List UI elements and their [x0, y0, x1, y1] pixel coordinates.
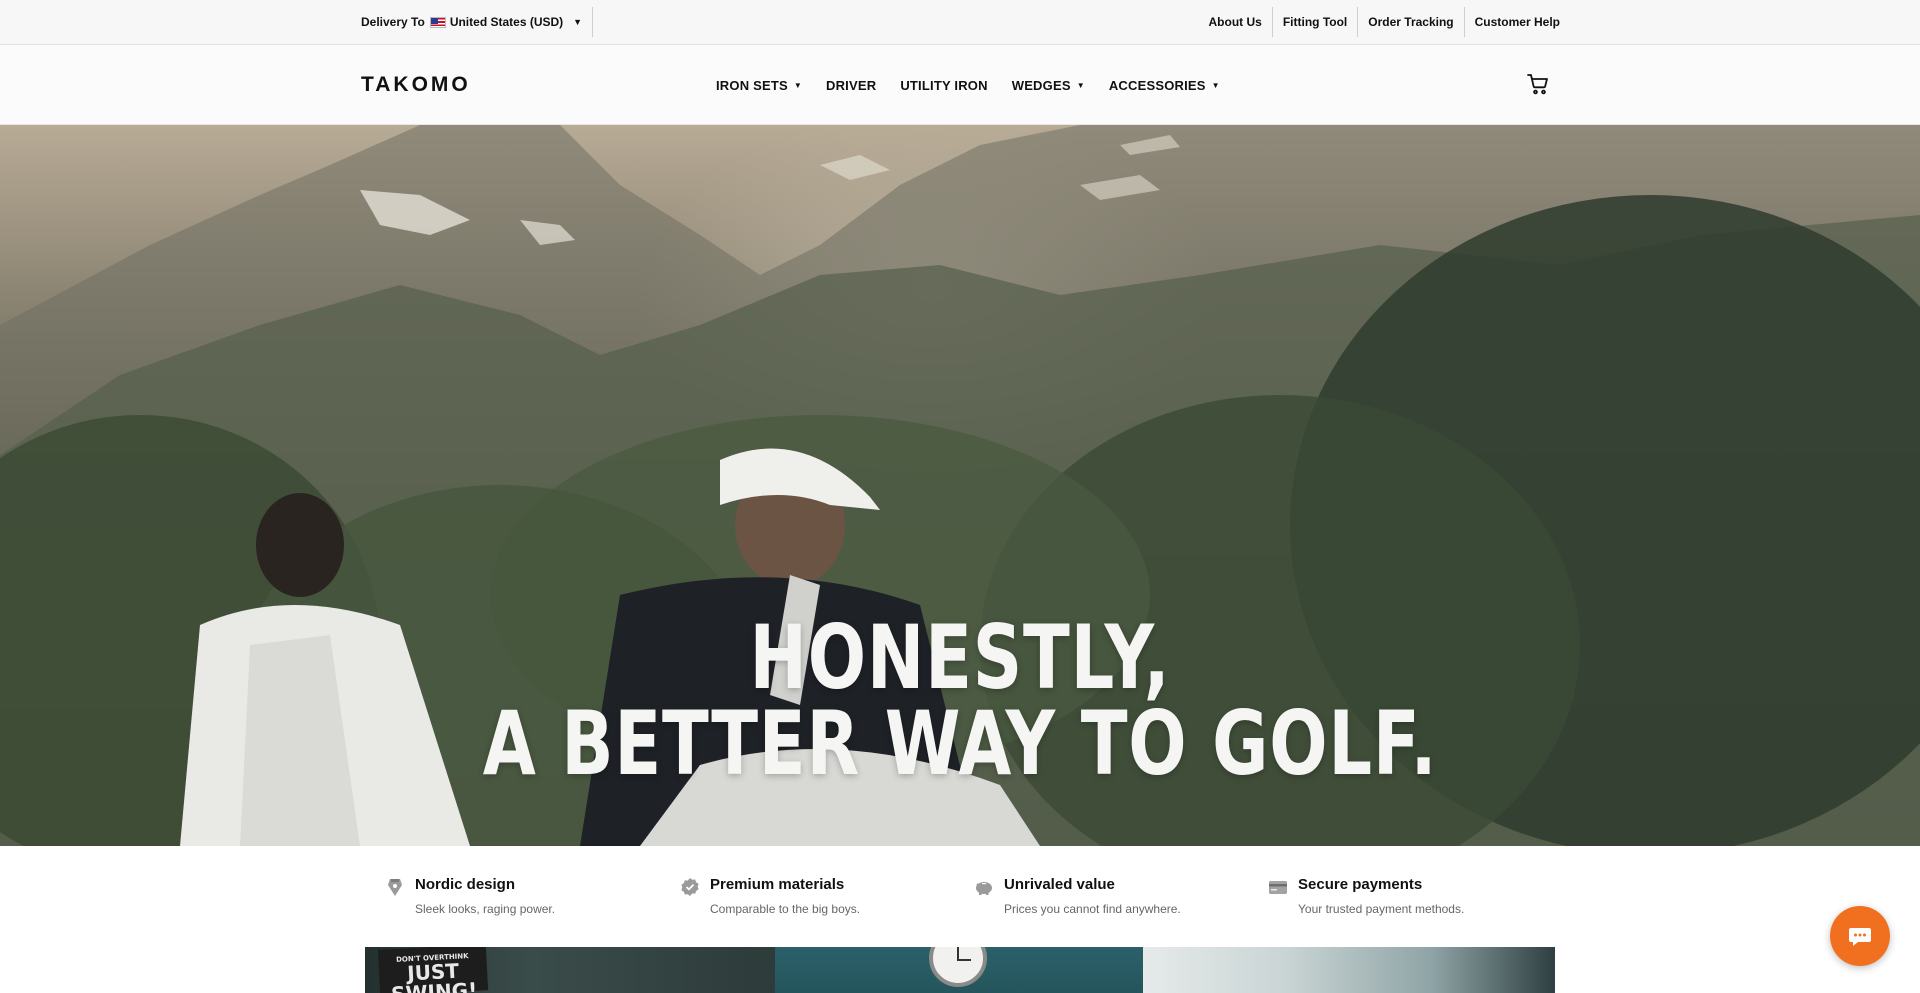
feature-title: Secure payments [1298, 876, 1423, 893]
chat-launcher-button[interactable] [1830, 906, 1890, 966]
lifestyle-image-3[interactable] [1143, 947, 1555, 993]
nav-item-wedges[interactable]: WEDGES ▼ [1012, 78, 1085, 93]
feature-highlights: Nordic design Sleek looks, raging power.… [0, 846, 1920, 947]
us-flag-icon [429, 16, 446, 28]
nav-item-utility-iron[interactable]: UTILITY IRON [900, 78, 987, 93]
piggy-bank-icon [976, 882, 992, 895]
delivery-country: United States (USD) [449, 15, 564, 29]
feature-description: Comparable to the big boys. [710, 902, 861, 916]
pen-nib-icon [388, 879, 402, 896]
feature-item: Secure payments Your trusted payment met… [1268, 876, 1464, 916]
delivery-label: Delivery To [361, 15, 425, 29]
wall-clock [929, 947, 987, 987]
nav-label: UTILITY IRON [900, 77, 988, 93]
product-image-strip: DON'T OVERTHINK JUST SWING! [365, 947, 1555, 993]
dropdown-caret-icon: ▼ [1211, 80, 1220, 90]
lifestyle-image-1[interactable]: DON'T OVERTHINK JUST SWING! [365, 947, 775, 993]
nav-label: ACCESSORIES [1108, 77, 1206, 93]
nav-label: WEDGES [1011, 77, 1071, 93]
nav-item-accessories[interactable]: ACCESSORIES ▼ [1109, 78, 1220, 93]
dropdown-caret-icon: ▼ [1076, 80, 1085, 90]
chat-bubble-icon [1849, 928, 1871, 946]
dropdown-caret-icon: ▼ [793, 80, 802, 90]
hero-headline-line2: A BETTER WAY TO GOLF. [482, 692, 1438, 795]
poster-sign: DON'T OVERTHINK JUST SWING! [377, 947, 489, 993]
top-utility-bar: Delivery To United States (USD) ▼ About … [0, 0, 1920, 45]
feature-title: Unrivaled value [1004, 876, 1115, 893]
hero-headline: HONESTLY, A BETTER WAY TO GOLF. [211, 614, 1709, 788]
delivery-country-selector[interactable]: Delivery To United States (USD) ▼ [361, 7, 594, 37]
main-header: TAKOMO IRON SETS ▼ DRIVER UTILITY IRON W… [0, 45, 1920, 125]
nav-item-driver[interactable]: DRIVER [826, 78, 876, 93]
chevron-down-icon: ▼ [573, 17, 583, 27]
nav-label: DRIVER [826, 77, 877, 93]
site-logo[interactable]: TAKOMO [361, 73, 471, 97]
main-nav: IRON SETS ▼ DRIVER UTILITY IRON WEDGES ▼… [716, 45, 1220, 125]
credit-card-icon [1269, 881, 1287, 894]
feature-item: Unrivaled value Prices you cannot find a… [974, 876, 1181, 916]
feature-description: Your trusted payment methods. [1298, 902, 1465, 916]
poster-big-text: JUST SWING! [390, 958, 478, 993]
nav-item-iron-sets[interactable]: IRON SETS ▼ [716, 78, 802, 93]
feature-title: Premium materials [710, 876, 845, 893]
verified-badge-icon [681, 878, 699, 896]
utility-links: About Us Fitting Tool Order Tracking Cus… [1199, 7, 1560, 37]
lifestyle-image-2[interactable] [775, 947, 1143, 993]
feature-item: Premium materials Comparable to the big … [680, 876, 860, 916]
link-fitting-tool[interactable]: Fitting Tool [1271, 7, 1357, 37]
nav-label: IRON SETS [716, 77, 788, 93]
hero-banner: HONESTLY, A BETTER WAY TO GOLF. [0, 125, 1920, 846]
feature-title: Nordic design [415, 876, 516, 893]
feature-description: Prices you cannot find anywhere. [1004, 902, 1181, 916]
link-order-tracking[interactable]: Order Tracking [1357, 7, 1463, 37]
link-about-us[interactable]: About Us [1199, 7, 1272, 37]
feature-item: Nordic design Sleek looks, raging power. [385, 876, 555, 916]
link-customer-help[interactable]: Customer Help [1463, 7, 1560, 37]
feature-description: Sleek looks, raging power. [415, 902, 556, 916]
cart-icon[interactable] [1526, 72, 1550, 96]
